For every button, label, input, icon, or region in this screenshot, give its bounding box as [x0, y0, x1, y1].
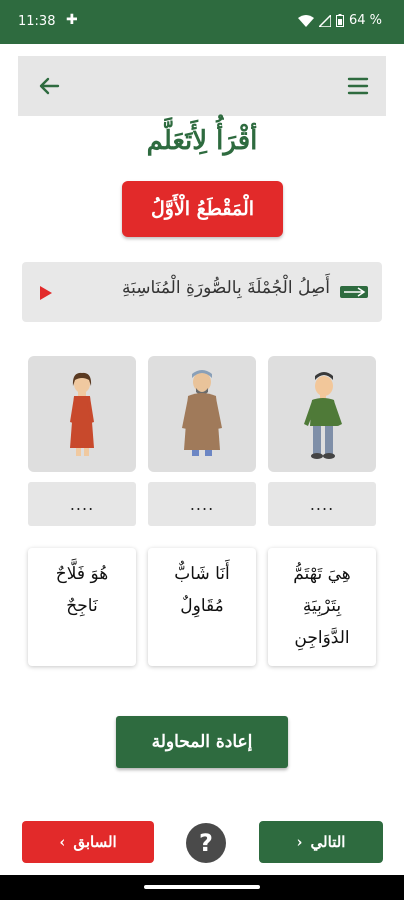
- sentence-line: نَاجِحٌ: [66, 596, 98, 616]
- sentence-line: هِيَ تَهْتَمُّ: [293, 564, 351, 584]
- status-time: 11:38: [18, 14, 56, 29]
- retry-button[interactable]: إعادة المحاولة: [116, 716, 288, 768]
- menu-icon[interactable]: [346, 74, 370, 98]
- sentence-card-2[interactable]: أَنَا شَابٌّ مُقَاوِلٌ: [148, 548, 256, 666]
- signal-icon: [318, 14, 331, 27]
- instruction-bar: أَصِلُ الْجُمْلَةَ بِالصُّورَةِ الْمُنَا…: [22, 262, 382, 322]
- app-bar: [18, 56, 386, 116]
- answer-slot-2[interactable]: ....: [148, 482, 256, 526]
- sentence-line: بِتَرْبِيَةِ: [302, 596, 342, 616]
- home-indicator[interactable]: [144, 885, 260, 889]
- previous-label: السابق: [73, 833, 117, 851]
- picture-card-girl[interactable]: [28, 356, 136, 472]
- battery-icon: [335, 14, 344, 27]
- picture-card-man[interactable]: [148, 356, 256, 472]
- play-audio-icon[interactable]: [40, 286, 52, 300]
- sentence-card-3[interactable]: هُوَ فَلَّاحٌ نَاجِحٌ: [28, 548, 136, 666]
- girl-illustration: [70, 372, 94, 456]
- sentence-line: أَنَا شَابٌّ: [174, 564, 230, 584]
- page-title: أقْرَأُ لِأَتَعَلَّم: [146, 126, 258, 156]
- help-button[interactable]: ?: [186, 823, 226, 863]
- back-arrow-icon[interactable]: [38, 72, 60, 100]
- sentence-line: الدَّوَاجِنِ: [294, 628, 350, 648]
- answer-slot-1[interactable]: ....: [268, 482, 376, 526]
- sentence-line: مُقَاوِلٌ: [180, 596, 224, 616]
- boy-illustration: [304, 372, 342, 459]
- answer-slot-3[interactable]: ....: [28, 482, 136, 526]
- link-icon: [340, 286, 368, 298]
- battery-level: 64 %: [348, 13, 382, 28]
- sentence-line: هُوَ فَلَّاحٌ: [55, 564, 109, 584]
- man-illustration: [182, 370, 222, 456]
- chevron-right-icon: ‹: [296, 833, 303, 851]
- next-button[interactable]: التالي ‹: [259, 821, 383, 863]
- status-bar: 11:38 ✚ 64 %: [0, 0, 404, 44]
- notification-icon: ✚: [66, 12, 78, 28]
- previous-button[interactable]: السابق ›: [22, 821, 154, 863]
- instruction-text: أَصِلُ الْجُمْلَةَ بِالصُّورَةِ الْمُنَا…: [122, 278, 330, 298]
- chevron-left-icon: ›: [59, 833, 66, 851]
- status-icons: 64 %: [297, 13, 382, 28]
- picture-card-boy[interactable]: [268, 356, 376, 472]
- next-label: التالي: [310, 833, 346, 851]
- wifi-icon: [297, 14, 314, 27]
- section-button[interactable]: الْمَقْطَعُ الْأَوَّلُ: [122, 181, 283, 237]
- sentence-card-1[interactable]: هِيَ تَهْتَمُّ بِتَرْبِيَةِ الدَّوَاجِنِ: [268, 548, 376, 666]
